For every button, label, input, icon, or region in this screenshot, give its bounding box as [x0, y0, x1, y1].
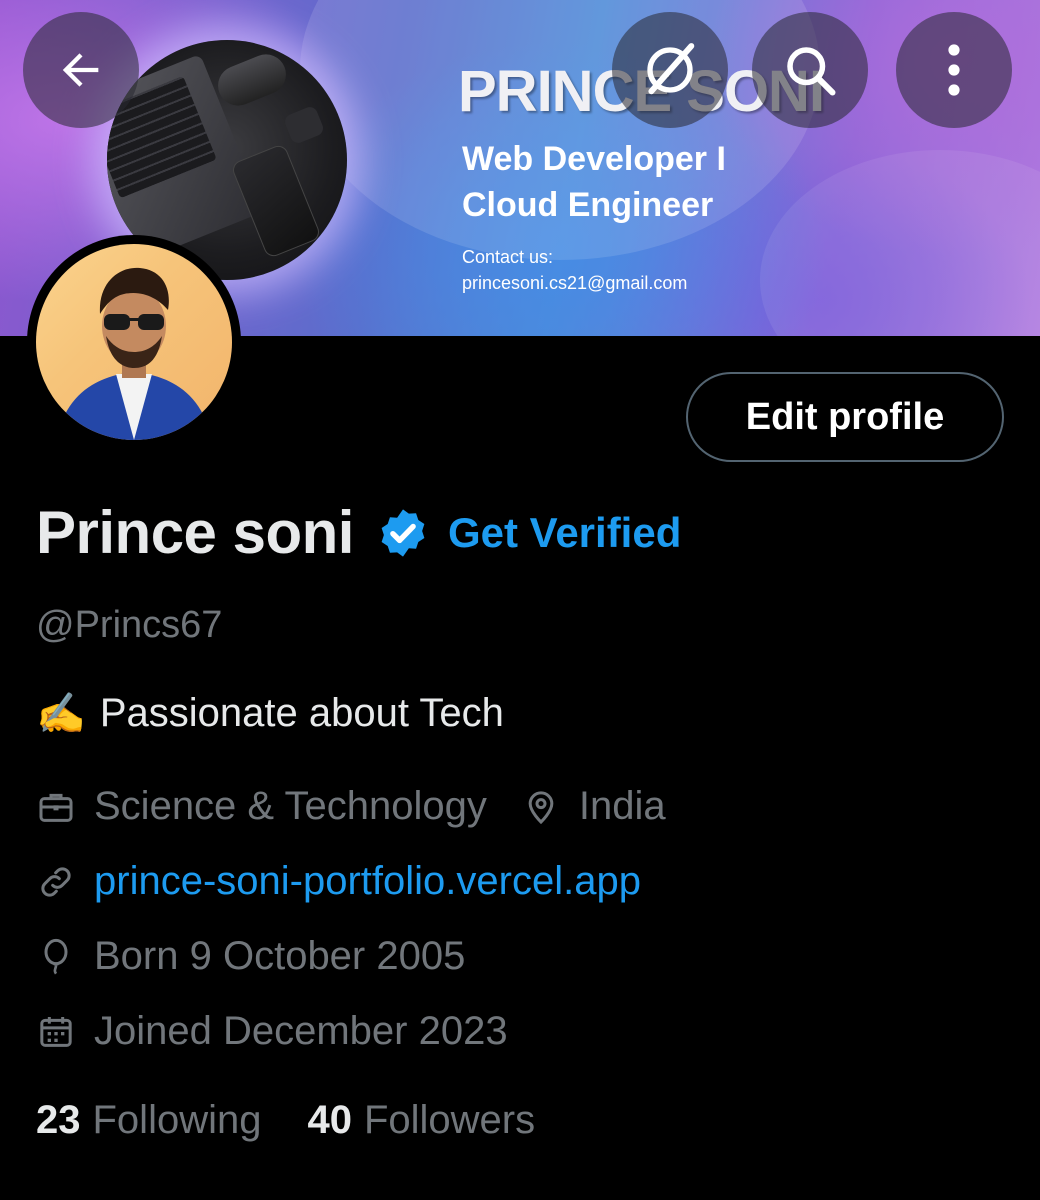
profile-category: Science & Technology [94, 784, 487, 828]
followers-count: 40 [307, 1098, 352, 1142]
verified-badge-icon[interactable] [376, 506, 430, 560]
user-handle: @Princs67 [36, 604, 223, 646]
bio: ✍️ Passionate about Tech [36, 690, 504, 737]
back-button[interactable] [23, 12, 139, 128]
banner-contact-label: Contact us: [462, 247, 554, 267]
writing-hand-icon: ✍️ [36, 692, 86, 736]
more-button[interactable] [896, 12, 1012, 128]
birthday-text: Born 9 October 2005 [94, 934, 466, 978]
bio-text: Passionate about Tech [99, 691, 504, 735]
calendar-icon [40, 1016, 72, 1047]
profile-avatar[interactable] [27, 235, 241, 449]
link-icon [41, 866, 71, 897]
banner-role-line2: Cloud Engineer [462, 186, 714, 224]
phone-graphic [230, 142, 322, 260]
followers-label: Followers [363, 1098, 536, 1142]
briefcase-icon [39, 793, 73, 822]
banner-contact: Contact us: princesoni.cs21@gmail.com [462, 244, 687, 296]
joined-text: Joined December 2023 [94, 1009, 508, 1053]
banner-role: Web Developer I Cloud Engineer [462, 136, 792, 228]
follow-stats: 23 Following 40 Followers [36, 1098, 535, 1143]
avatar-person-graphic [56, 267, 212, 440]
name-row: Prince soni Get Verified [36, 498, 681, 567]
mouse-graphic [212, 48, 292, 112]
earbuds-graphic [282, 104, 326, 146]
category-location-row: Science & Technology India [36, 784, 666, 829]
avatar-photo [36, 244, 232, 440]
balloon-icon [44, 938, 68, 974]
website-link[interactable]: prince-soni-portfolio.vercel.app [94, 859, 641, 904]
grok-icon [647, 43, 695, 95]
birthday-row: Born 9 October 2005 [36, 934, 465, 979]
location-pin-icon [528, 790, 554, 824]
profile-location: India [578, 784, 666, 828]
search-icon [787, 47, 836, 96]
following-link[interactable]: 23 Following [36, 1098, 261, 1143]
following-label: Following [92, 1098, 262, 1142]
website-row: prince-soni-portfolio.vercel.app [36, 859, 641, 904]
edit-profile-button[interactable]: Edit profile [686, 372, 1004, 462]
banner-wave-decoration [760, 150, 1040, 336]
followers-link[interactable]: 40 Followers [307, 1098, 535, 1143]
grok-button[interactable] [612, 12, 728, 128]
banner-contact-email: princesoni.cs21@gmail.com [462, 273, 688, 293]
more-vertical-icon [948, 44, 960, 96]
following-count: 23 [36, 1098, 81, 1142]
display-name: Prince soni [36, 499, 354, 566]
arrow-left-icon [62, 53, 99, 87]
get-verified-link[interactable]: Get Verified [448, 509, 681, 557]
search-button[interactable] [752, 12, 868, 128]
banner-role-line1: Web Developer I [462, 140, 726, 178]
joined-row: Joined December 2023 [36, 1009, 508, 1054]
